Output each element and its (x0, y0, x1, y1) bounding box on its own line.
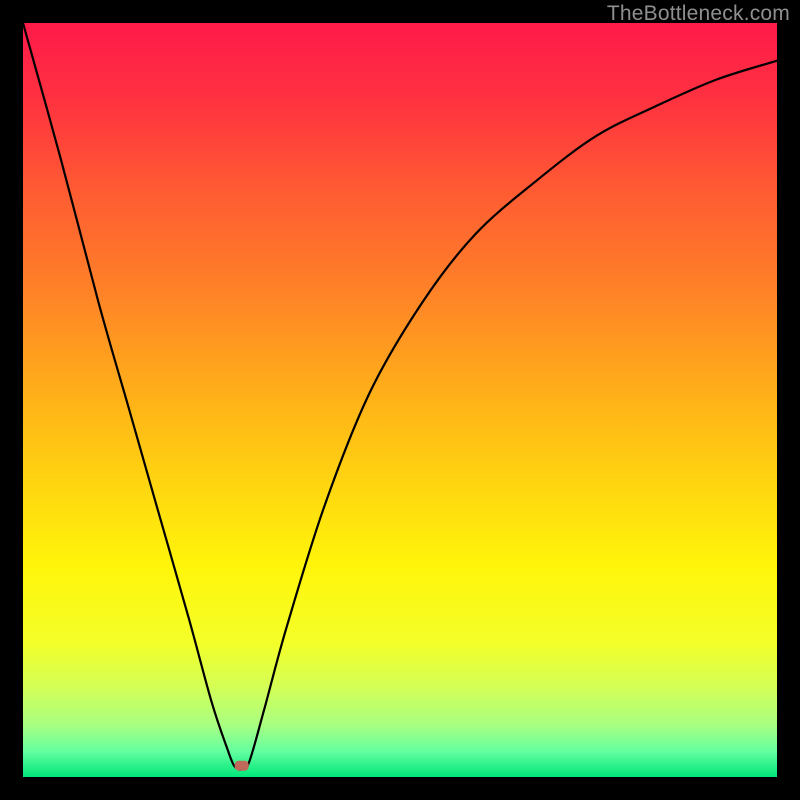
chart-svg (23, 23, 777, 777)
plot-area (23, 23, 777, 777)
gradient-background (23, 23, 777, 777)
optimum-marker (235, 761, 249, 771)
chart-stage: TheBottleneck.com (0, 0, 800, 800)
